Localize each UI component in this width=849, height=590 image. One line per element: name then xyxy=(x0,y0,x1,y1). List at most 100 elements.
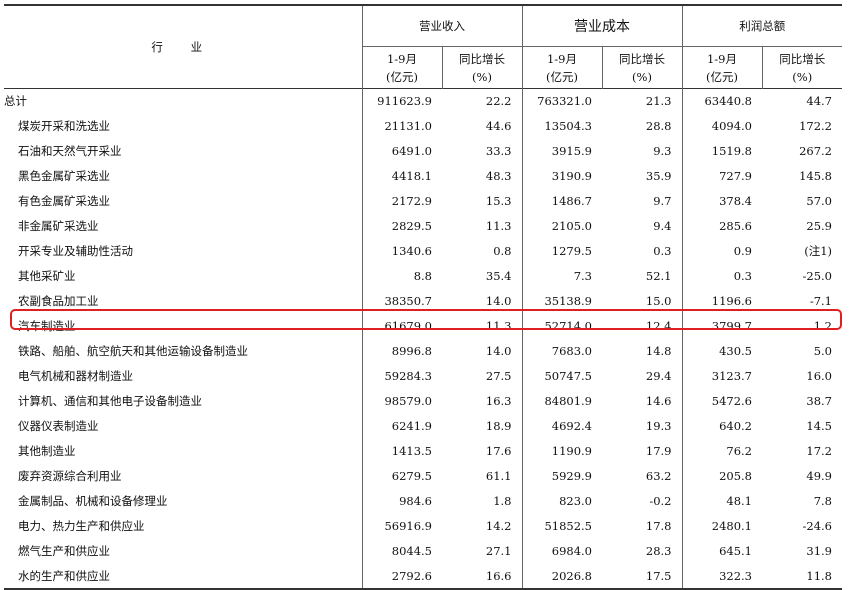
table-row: 金属制品、机械和设备修理业 984.6 1.8 823.0 -0.2 48.1 7.8 xyxy=(4,488,842,514)
value-cell: 38.7 xyxy=(806,394,832,408)
value-cell: 1.8 xyxy=(493,494,512,508)
value-cell: 7.3 xyxy=(521,263,602,289)
value-cell: 11.3 xyxy=(485,219,512,233)
industry-name: 农副食品加工业 xyxy=(18,294,99,308)
industry-name: 电力、热力生产和供应业 xyxy=(18,519,145,533)
value-cell: 25.9 xyxy=(806,219,832,233)
industry-name-cell: 非金属矿采选业 xyxy=(4,214,362,239)
value-cell: 2480.1 xyxy=(681,513,762,539)
table-row: 总计 911623.9 22.2 763321.0 21.3 63440.8 44.7 xyxy=(4,88,842,114)
value-cell: (注1) xyxy=(804,244,832,258)
value-cell: 322.3 xyxy=(681,563,762,590)
value-cell: 172.2 xyxy=(799,119,832,133)
value-cell: 2172.9 xyxy=(361,188,442,214)
industry-name: 燃气生产和供应业 xyxy=(18,544,110,558)
value-cell: 21.3 xyxy=(602,88,682,114)
value-cell: 14.8 xyxy=(645,344,672,358)
industry-name: 电气机械和器材制造业 xyxy=(18,369,133,383)
cost-header: 营业成本 xyxy=(521,4,682,47)
value-cell: 28.8 xyxy=(645,119,672,133)
table-row: 开采专业及辅助性活动 1340.6 0.8 1279.5 0.3 0.9 (注1) xyxy=(4,238,842,264)
value-cell: 911623.9 xyxy=(361,88,442,114)
value-cell: 205.8 xyxy=(681,463,762,489)
table-row: 石油和天然气开采业 6491.0 33.3 3915.9 9.3 1519.8 267.2 xyxy=(4,138,842,164)
value-cell: 76.2 xyxy=(681,438,762,464)
value-cell: 17.5 xyxy=(602,563,682,590)
value-cell: 2105.0 xyxy=(521,213,602,239)
value-cell: 9.3 xyxy=(653,144,672,158)
value-cell: 5472.6 xyxy=(681,388,762,414)
subheader-line: (亿元) xyxy=(546,69,578,84)
value-cell: 18.9 xyxy=(485,419,512,433)
value-cell: 21131.0 xyxy=(361,113,442,139)
value-cell: 2829.5 xyxy=(361,213,442,239)
value-cell: 763321.0 xyxy=(521,88,602,114)
value-cell: 48.1 xyxy=(681,488,762,514)
industry-name-cell: 铁路、船舶、航空航天和其他运输设备制造业 xyxy=(4,339,362,364)
value-cell: 22.2 xyxy=(442,88,522,114)
value-cell: 16.6 xyxy=(442,563,522,590)
subheader-line: 同比增长 xyxy=(459,51,505,66)
value-cell: 49.9 xyxy=(806,469,832,483)
value-cell: 59284.3 xyxy=(361,363,442,389)
value-cell: 5929.9 xyxy=(521,463,602,489)
industry-name: 铁路、船舶、航空航天和其他运输设备制造业 xyxy=(18,344,248,358)
industry-name-cell: 黑色金属矿采选业 xyxy=(4,164,362,189)
value-cell: 3915.9 xyxy=(521,138,602,164)
value-cell: 17.2 xyxy=(806,444,832,458)
table-row: 电力、热力生产和供应业 56916.9 14.2 51852.5 17.8 2480.1 -… xyxy=(4,513,842,539)
industry-header: 行 业 xyxy=(4,4,362,89)
table-row: 燃气生产和供应业 8044.5 27.1 6984.0 28.3 645.1 31.9 xyxy=(4,538,842,564)
value-cell: 29.4 xyxy=(645,369,672,383)
profit-growth-subheader: 同比增长 (%) xyxy=(761,46,842,89)
industry-name: 石油和天然气开采业 xyxy=(18,144,122,158)
value-cell: 0.3 xyxy=(681,263,762,289)
cost-period-subheader: 1-9月 (亿元) xyxy=(521,46,602,89)
table-row: 仪器仪表制造业 6241.9 18.9 4692.4 19.3 640.2 14.5 xyxy=(4,413,842,439)
industry-name-cell: 石油和天然气开采业 xyxy=(4,139,362,164)
subheader-line: 同比增长 xyxy=(619,51,665,66)
value-cell: 19.3 xyxy=(645,419,672,433)
industry-name: 其他制造业 xyxy=(18,444,76,458)
value-cell: 2792.6 xyxy=(361,563,442,590)
profit-period-subheader: 1-9月 (亿元) xyxy=(681,46,762,89)
industry-name-cell: 煤炭开采和洗选业 xyxy=(4,114,362,139)
value-cell: 84801.9 xyxy=(521,388,602,414)
value-cell: 17.9 xyxy=(645,444,672,458)
value-cell: 61.1 xyxy=(485,469,512,483)
value-cell: 145.8 xyxy=(799,169,832,183)
industry-name-cell: 其他制造业 xyxy=(4,439,362,464)
industry-name-cell: 仪器仪表制造业 xyxy=(4,414,362,439)
industry-name: 开采专业及辅助性活动 xyxy=(18,244,133,258)
value-cell: 63440.8 xyxy=(681,88,762,114)
value-cell: 6279.5 xyxy=(361,463,442,489)
value-cell: 2026.8 xyxy=(521,563,602,590)
industry-name: 非金属矿采选业 xyxy=(18,219,99,233)
value-cell: 31.9 xyxy=(806,544,832,558)
value-cell: 57.0 xyxy=(806,194,832,208)
industry-name: 废弃资源综合利用业 xyxy=(18,469,122,483)
industry-name-cell: 开采专业及辅助性活动 xyxy=(4,239,362,264)
value-cell: 27.1 xyxy=(485,544,512,558)
value-cell: 33.3 xyxy=(485,144,512,158)
value-cell: 0.3 xyxy=(653,244,672,258)
table-row: 黑色金属矿采选业 4418.1 48.3 3190.9 35.9 727.9 145.8 xyxy=(4,163,842,189)
value-cell: 63.2 xyxy=(645,469,672,483)
subheader-line: 1-9月 xyxy=(386,51,418,66)
industry-name: 水的生产和供应业 xyxy=(18,568,110,583)
value-cell: 14.0 xyxy=(485,344,512,358)
industry-name-cell: 水的生产和供应业 xyxy=(4,563,362,590)
table-body: 总计 911623.9 22.2 763321.0 21.3 63440.8 44.7 煤炭开… xyxy=(4,88,842,590)
value-cell: 3190.9 xyxy=(521,163,602,189)
subheader-line: 同比增长 xyxy=(779,51,826,66)
table-row: 其他制造业 1413.5 17.6 1190.9 17.9 76.2 17.2 xyxy=(4,438,842,464)
value-cell: 6491.0 xyxy=(361,138,442,164)
value-cell: 28.3 xyxy=(645,544,672,558)
table-row: 其他采矿业 8.8 35.4 7.3 52.1 0.3 -25.0 xyxy=(4,263,842,289)
industry-name: 金属制品、机械和设备修理业 xyxy=(18,494,168,508)
value-cell: 1279.5 xyxy=(521,238,602,264)
subheader-line: (亿元) xyxy=(706,69,738,84)
value-cell: 17.8 xyxy=(645,519,672,533)
table-row: 有色金属矿采选业 2172.9 15.3 1486.7 9.7 378.4 57.0 xyxy=(4,188,842,214)
value-cell: 35.9 xyxy=(645,169,672,183)
